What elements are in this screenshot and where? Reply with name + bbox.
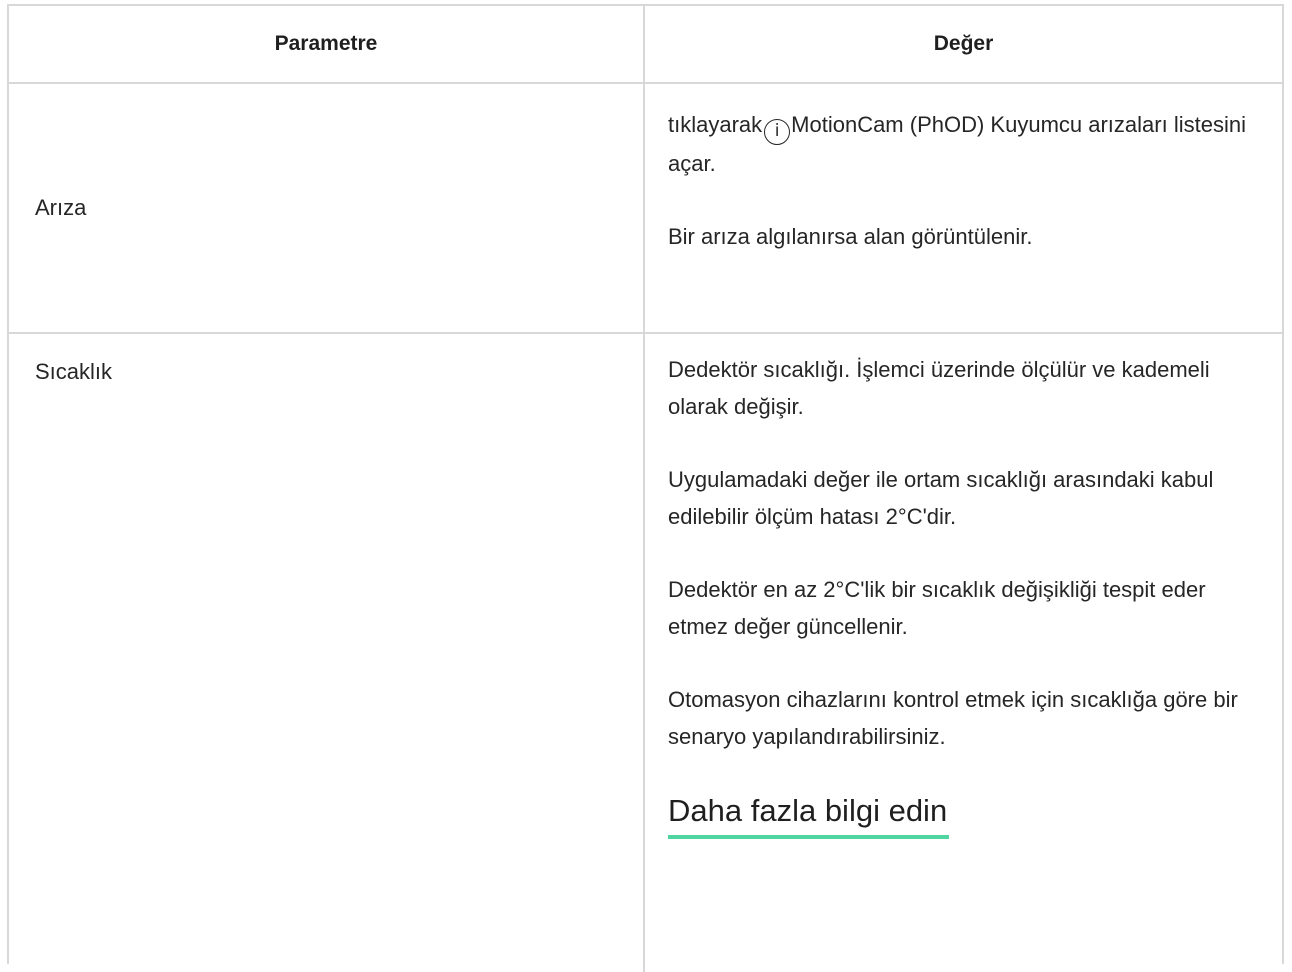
table-row: Arıza tıklayarak i MotionCam (PhOD) Kuyumc… <box>9 82 1282 332</box>
parameters-table: Parametre Değer Arıza tıklayarak i MotionC… <box>7 4 1284 972</box>
row-parameter-temperature: Sıcaklık <box>9 334 645 972</box>
row-value-fault: tıklayarak i MotionCam (PhOD) Kuyumcu arız… <box>645 84 1282 332</box>
temperature-paragraph-4: Otomasyon cihazlarını kontrol etmek için… <box>668 687 1238 749</box>
row-parameter-fault: Arıza <box>9 84 645 332</box>
fault-note: Bir arıza algılanırsa alan görüntülenir. <box>668 223 1033 249</box>
header-value: Değer <box>933 32 994 55</box>
row-value-temperature: Dedektör sıcaklığı. İşlemci üzerinde ölç… <box>645 334 1282 972</box>
header-parameter: Parametre <box>9 6 645 82</box>
temperature-paragraph-2: Uygulamadaki değer ile ortam sıcaklığı a… <box>668 467 1214 529</box>
info-icon[interactable]: i <box>764 118 791 145</box>
fault-text-before-icon: tıklayarak <box>668 112 763 137</box>
table-row: Sıcaklık Dedektör sıcaklığı. İşlemci üze… <box>9 332 1282 972</box>
table-header-row: Parametre Değer <box>9 6 1282 82</box>
temperature-paragraph-3: Dedektör en az 2°C'lik bir sıcaklık deği… <box>668 577 1206 639</box>
learn-more-link[interactable]: Daha fazla bilgi edin <box>668 791 950 839</box>
fault-description: tıklayarak i MotionCam (PhOD) Kuyumcu arız… <box>668 106 1252 182</box>
temperature-paragraph-1: Dedektör sıcaklığı. İşlemci üzerinde ölç… <box>668 357 1210 419</box>
